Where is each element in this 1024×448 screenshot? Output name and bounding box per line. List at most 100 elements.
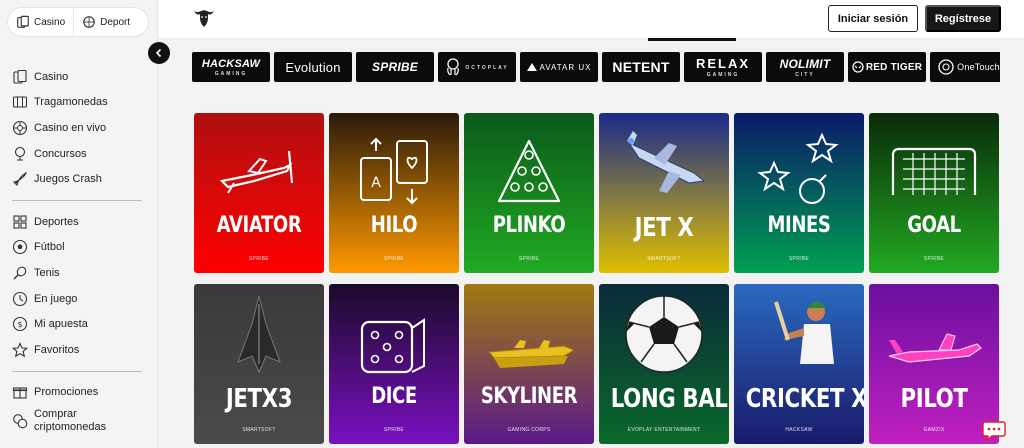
jet-icon (627, 131, 706, 193)
game-title: JETX3 (225, 384, 293, 414)
tiger-icon (852, 61, 864, 73)
sidebar-nav: Casino Tragamonedas Casino en vivo Concu… (12, 64, 146, 437)
roulette-icon (12, 120, 28, 136)
provider-sub: OCTOPLAY (465, 64, 509, 71)
provider-name: Evolution (285, 59, 341, 75)
chevron-left-icon (155, 48, 162, 58)
sports-icon (83, 16, 95, 28)
sidebar-item-en-juego[interactable]: En juego (12, 286, 146, 312)
game-title: PLINKO (492, 213, 566, 238)
cards-icon (13, 69, 27, 84)
game-card-plinko[interactable]: PLINKO SPRIBE (464, 113, 594, 273)
game-card-jetx[interactable]: JET X SMARTSOFT (599, 113, 729, 273)
plinko-icon (497, 139, 561, 203)
game-title: JET X (634, 213, 694, 243)
collapse-sidebar-button[interactable] (148, 42, 170, 64)
provider-name: AVATAR UX (539, 62, 592, 72)
provider-sub: GAMING (214, 70, 248, 77)
chat-support-icon[interactable] (982, 420, 1006, 442)
coin-icon: $ (12, 317, 28, 332)
provider-spribe[interactable]: SPRIBE (356, 52, 434, 82)
game-card-cricket-x[interactable]: CRICKET X HACKSAW (734, 284, 864, 444)
provider-evolution[interactable]: Evolution (274, 52, 352, 82)
provider-name: NETENT (612, 59, 670, 75)
game-provider: SMARTSOFT (242, 427, 276, 433)
plane-icon (219, 150, 294, 194)
game-provider: SPRIBE (248, 256, 270, 262)
provider-octoplay[interactable]: OCTOPLAY (438, 52, 516, 82)
sidebar-item-casino[interactable]: Casino (12, 64, 146, 90)
game-card-jetx3[interactable]: JETX3 SMARTSOFT (194, 284, 324, 444)
provider-netent[interactable]: NETENT (602, 52, 680, 82)
provider-hacksaw[interactable]: HACKSAW GAMING (192, 52, 270, 82)
provider-redtiger[interactable]: RED TIGER (848, 52, 926, 82)
provider-name: RELAX (695, 56, 751, 71)
sidebar-item-label: En juego (34, 292, 78, 305)
sidebar-divider (12, 370, 142, 372)
provider-strip: HACKSAW GAMING Evolution SPRIBE OCTOPLAY… (192, 52, 1000, 82)
sidebar-item-label: Tragamonedas (34, 96, 108, 109)
game-provider: EVOPLAY ENTERTAINMENT (627, 427, 701, 433)
sidebar-item-label: Favoritos (34, 343, 80, 356)
sidebar-item-tragamonedas[interactable]: Tragamonedas (12, 90, 146, 116)
game-title: SKYLINER (480, 384, 578, 409)
sidebar-item-tenis[interactable]: Tenis (12, 260, 146, 286)
game-card-long-ball[interactable]: LONG BALL EVOPLAY ENTERTAINMENT (599, 284, 729, 444)
provider-sub: CITY (795, 71, 815, 78)
sidebar-item-favoritos[interactable]: Favoritos (12, 337, 146, 363)
sidebar-item-juegos-crash[interactable]: Juegos Crash (12, 166, 146, 192)
sidebar-item-deportes[interactable]: Deportes (12, 209, 146, 235)
sidebar-item-futbol[interactable]: Fútbol (12, 235, 146, 261)
goal-icon (891, 147, 977, 195)
game-provider: SMARTSOFT (647, 256, 681, 262)
star-icon (12, 341, 28, 358)
provider-name: RED TIGER (865, 61, 923, 73)
live-icon (12, 291, 28, 306)
neon-plane-icon (888, 333, 982, 363)
register-button[interactable]: Regístrese (925, 5, 1001, 32)
provider-avatarux[interactable]: AVATAR UX (520, 52, 598, 82)
game-card-hilo[interactable]: A HILO SPRIBE (329, 113, 459, 273)
svg-text:$: $ (17, 320, 22, 329)
game-card-pilot[interactable]: PILOT GAMZIX (869, 284, 999, 444)
tennis-icon (13, 266, 27, 280)
switch-deport[interactable]: Deport (74, 8, 138, 36)
game-provider: SPRIBE (383, 256, 405, 262)
svg-text:A: A (371, 175, 381, 191)
sidebar-item-label: Deportes (34, 215, 79, 228)
soccer-ball-icon (625, 295, 703, 373)
sidebar-item-concursos[interactable]: Concursos (12, 141, 146, 167)
game-card-goal[interactable]: GOAL SPRIBE (869, 113, 999, 273)
login-button[interactable]: Iniciar sesión (828, 5, 918, 32)
game-card-mines[interactable]: MINES SPRIBE (734, 113, 864, 273)
football-icon (12, 240, 28, 255)
provider-nolimit[interactable]: NOLIMIT CITY (766, 52, 844, 82)
game-card-skyliner[interactable]: SKYLINER GAMING CORPS (464, 284, 594, 444)
gift-icon (12, 387, 28, 399)
sidebar-item-label: Tenis (34, 266, 60, 279)
switch-casino[interactable]: Casino (8, 8, 75, 36)
game-title: CRICKET X (745, 384, 864, 414)
slot-icon (12, 96, 28, 108)
avatar-triangle-icon (526, 63, 537, 71)
game-card-aviator[interactable]: AVIATOR SPRIBE (194, 113, 324, 273)
sidebar-item-casino-en-vivo[interactable]: Casino en vivo (12, 115, 146, 141)
cricket-player-icon (774, 301, 834, 364)
sidebar-item-mi-apuesta[interactable]: $ Mi apuesta (12, 311, 146, 337)
sidebar-item-promociones[interactable]: Promociones (12, 380, 146, 406)
game-provider: HACKSAW (785, 427, 813, 433)
sidebar: Casino Deport Casino Tragamonedas Casino… (0, 0, 158, 448)
airship-icon (487, 340, 576, 368)
provider-relax[interactable]: RELAX GAMING (684, 52, 762, 82)
sidebar-item-comprar-cripto[interactable]: Comprar criptomonedas (12, 405, 146, 437)
sidebar-item-label: Promociones (34, 386, 99, 399)
game-title: PILOT (900, 384, 968, 414)
bull-logo-icon[interactable] (192, 6, 216, 30)
grid-icon (13, 215, 27, 229)
crypto-icon (13, 414, 28, 429)
trophy-icon (14, 146, 26, 161)
provider-name: HACKSAW (201, 57, 261, 70)
spaceship-icon (237, 295, 281, 374)
provider-onetouch[interactable]: OneTouch (930, 52, 1000, 82)
game-card-dice[interactable]: DICE SPRIBE (329, 284, 459, 444)
